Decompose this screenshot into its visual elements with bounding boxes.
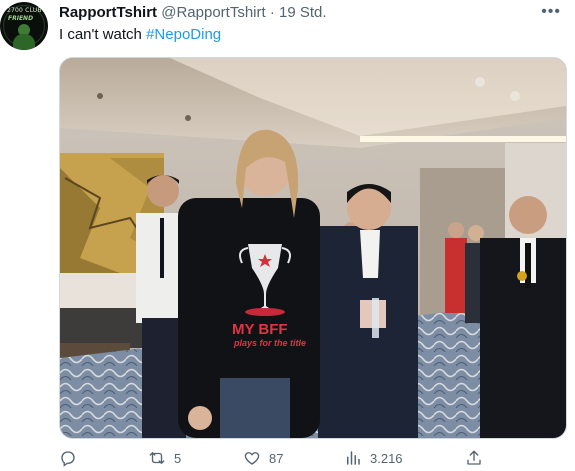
tweet-header: RapportTshirt @RapportTshirt · 19 Std. — [59, 3, 327, 23]
reply-icon — [61, 451, 75, 467]
retweet-count: 5 — [174, 450, 182, 466]
hashtag-link[interactable]: #NepoDing — [146, 26, 221, 43]
user-handle[interactable]: @RapportTshirt — [161, 4, 265, 21]
share-icon — [467, 450, 481, 465]
reply-button[interactable] — [59, 449, 77, 467]
ellipsis-icon: ••• — [541, 3, 561, 20]
heart-icon — [244, 452, 260, 465]
share-button[interactable] — [465, 449, 483, 467]
display-name[interactable]: RapportTshirt — [59, 4, 157, 21]
like-count: 87 — [269, 450, 284, 466]
shirt-text-main: MY BFF — [232, 321, 288, 338]
views-button[interactable]: 3.216 — [344, 449, 403, 467]
avatar-figure-body — [13, 34, 35, 50]
retweet-button[interactable]: 5 — [148, 449, 181, 467]
timestamp[interactable]: 19 Std. — [279, 4, 327, 21]
more-options-button[interactable]: ••• — [541, 3, 561, 21]
tweet-photo[interactable]: MY BFF plays for the title — [59, 57, 567, 439]
photo-illustration: MY BFF plays for the title — [60, 58, 566, 438]
avatar-text-top: 2700 CLUB — [7, 7, 42, 14]
shirt-text-sub: plays for the title — [233, 338, 306, 348]
like-button[interactable]: 87 — [243, 449, 283, 467]
avatar[interactable]: 2700 CLUB FRIEND — [0, 2, 48, 50]
avatar-text-bottom: FRIEND — [8, 15, 34, 22]
bar-chart-icon — [347, 451, 360, 465]
views-count: 3.216 — [370, 450, 403, 466]
tweet-body: I can't watch — [59, 26, 147, 43]
separator-dot: · — [269, 4, 275, 21]
tweet-text: I can't watch #NepoDing — [59, 25, 221, 45]
retweet-icon — [149, 452, 165, 464]
tweet-actions: 5 87 3.216 — [59, 449, 499, 469]
